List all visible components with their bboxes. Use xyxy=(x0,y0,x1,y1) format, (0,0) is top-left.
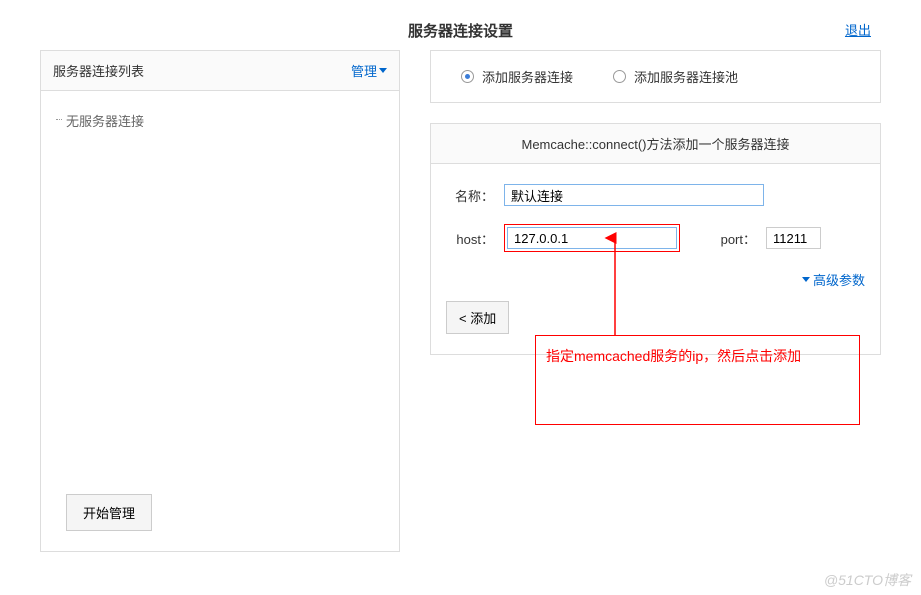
radio-add-server[interactable]: 添加服务器连接 xyxy=(461,67,573,86)
annotation-text: 指定memcached服务的ip，然后点击添加 xyxy=(546,348,801,364)
port-input[interactable] xyxy=(766,227,821,249)
host-input[interactable] xyxy=(507,227,677,249)
annotation-box: 指定memcached服务的ip，然后点击添加 xyxy=(535,335,860,425)
name-input[interactable] xyxy=(504,184,764,206)
advanced-label: 高级参数 xyxy=(813,270,865,289)
chevron-down-icon xyxy=(379,68,387,73)
add-button[interactable]: < 添加 xyxy=(446,301,509,334)
manage-dropdown[interactable]: 管理 xyxy=(351,61,387,80)
start-manage-button[interactable]: 开始管理 xyxy=(66,494,152,531)
server-list-panel: 服务器连接列表 管理 无服务器连接 开始管理 xyxy=(40,50,400,552)
logout-link[interactable]: 退出 xyxy=(845,20,871,39)
host-label: host： xyxy=(446,229,494,248)
manage-label: 管理 xyxy=(351,61,377,80)
watermark: @51CTO博客 xyxy=(824,570,911,590)
port-label: port： xyxy=(708,229,756,248)
page-title: 服务器连接设置 xyxy=(0,20,921,41)
server-list-title: 服务器连接列表 xyxy=(53,61,144,80)
radio-icon xyxy=(613,70,626,83)
connection-type-radio-group: 添加服务器连接 添加服务器连接池 xyxy=(430,50,881,103)
form-title: Memcache::connect()方法添加一个服务器连接 xyxy=(431,124,880,164)
name-label: 名称： xyxy=(446,186,494,205)
add-server-form: Memcache::connect()方法添加一个服务器连接 名称： host：… xyxy=(430,123,881,355)
host-highlight-box xyxy=(504,224,680,252)
radio-label-server: 添加服务器连接 xyxy=(482,67,573,86)
radio-add-pool[interactable]: 添加服务器连接池 xyxy=(613,67,738,86)
radio-label-pool: 添加服务器连接池 xyxy=(634,67,738,86)
chevron-down-icon xyxy=(802,277,810,282)
radio-icon xyxy=(461,70,474,83)
empty-server-item: 无服务器连接 xyxy=(56,111,384,130)
advanced-params-link[interactable]: 高级参数 xyxy=(446,270,865,289)
